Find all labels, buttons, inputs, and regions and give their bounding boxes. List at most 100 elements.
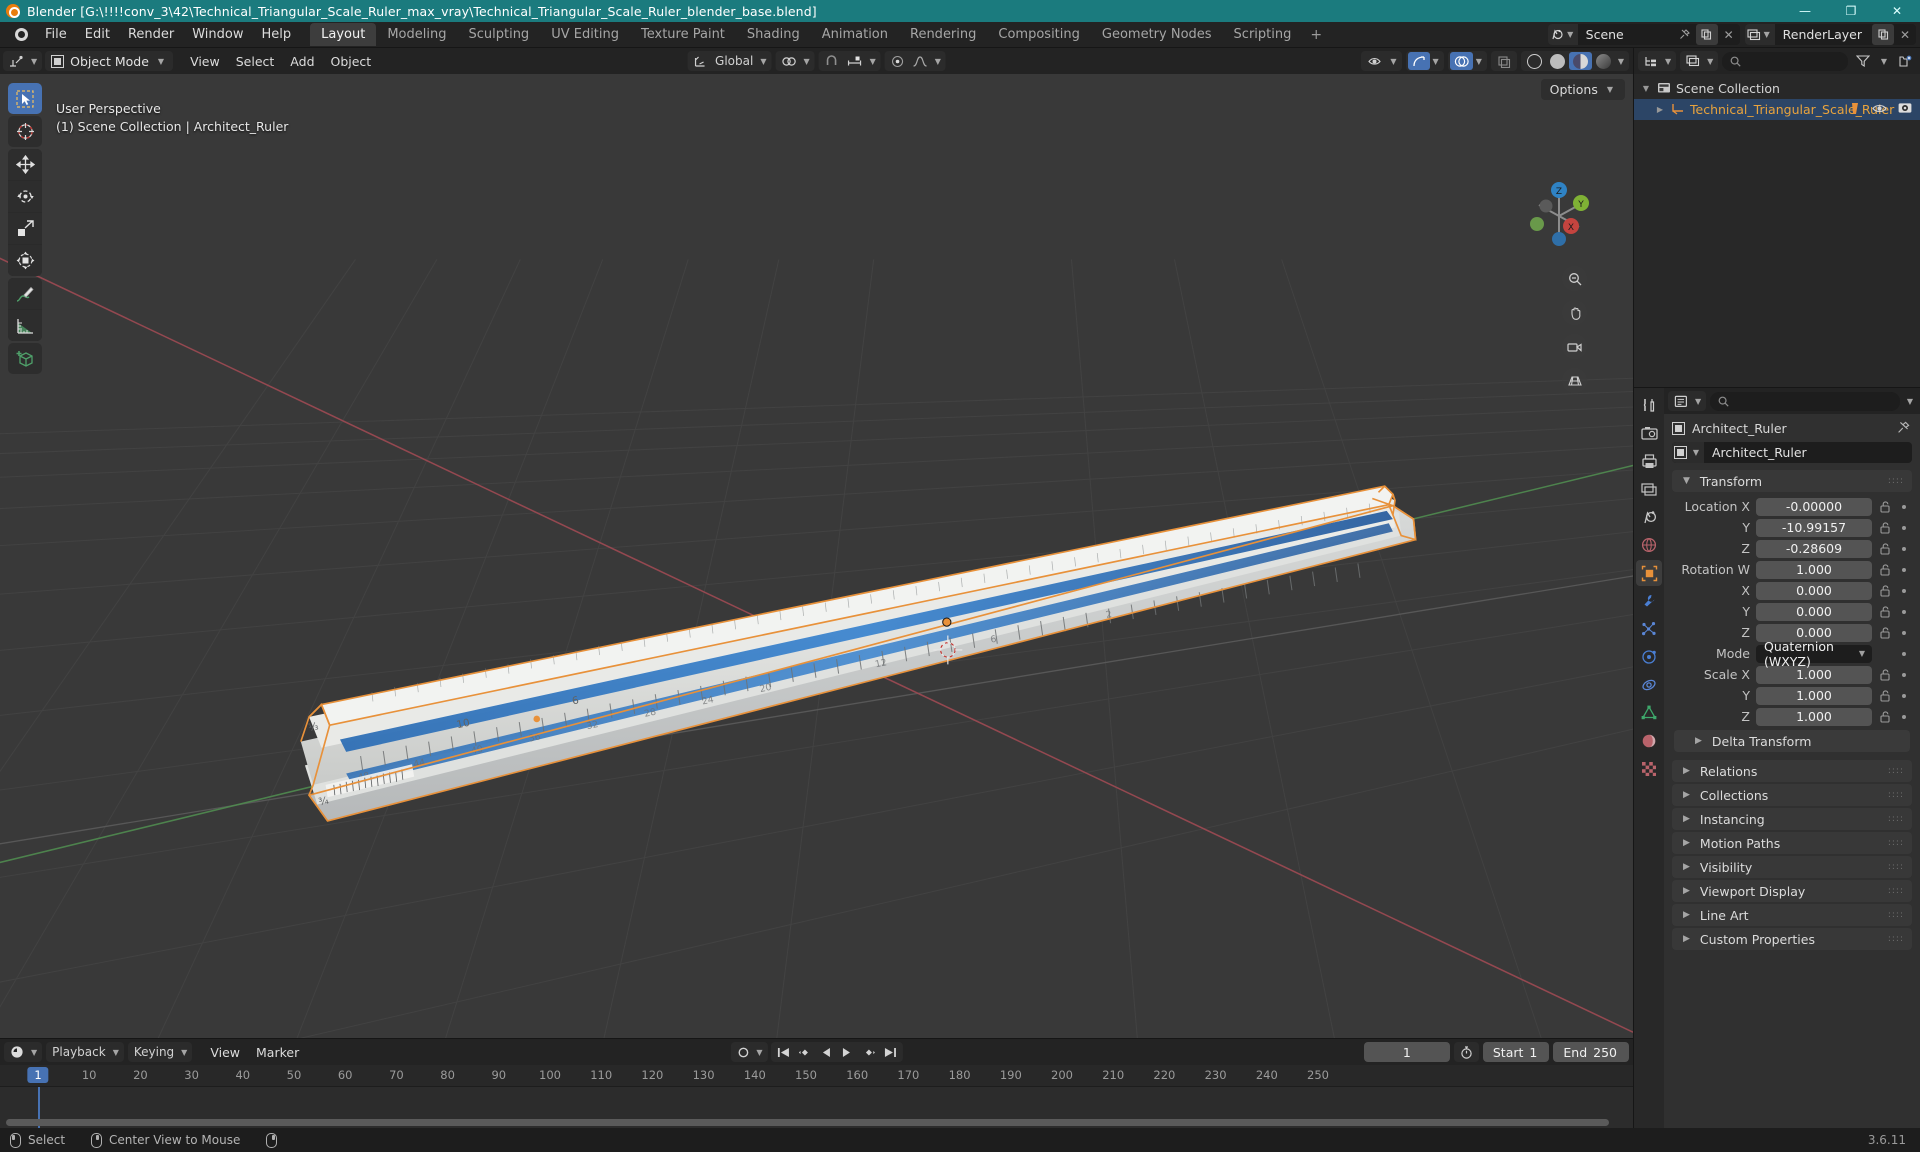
xray-icon[interactable] xyxy=(1493,52,1515,70)
filter-icon[interactable] xyxy=(1852,52,1874,70)
visibility-selector[interactable]: ▼ xyxy=(1361,51,1402,71)
delete-scene-button[interactable]: ✕ xyxy=(1718,24,1740,45)
zoom-icon[interactable] xyxy=(1562,266,1587,291)
viewport-menu-view[interactable]: View xyxy=(182,52,228,71)
snap-to-icon[interactable] xyxy=(843,52,867,70)
animate-property-icon[interactable] xyxy=(1898,588,1910,593)
play-reverse-button[interactable] xyxy=(817,1043,837,1061)
data-tab[interactable] xyxy=(1636,700,1662,726)
jump-to-start-button[interactable] xyxy=(773,1043,794,1061)
tab-shading[interactable]: Shading xyxy=(736,23,811,46)
transform-row-value[interactable]: -10.99157 xyxy=(1756,518,1872,537)
timeline-menu-view[interactable]: View xyxy=(202,1043,248,1062)
interaction-mode-selector[interactable]: Object Mode ▼ xyxy=(45,51,174,71)
rotate-tool[interactable] xyxy=(8,181,42,212)
record-icon[interactable] xyxy=(732,1043,753,1061)
pin-scene-icon[interactable] xyxy=(1674,24,1696,45)
transform-row-value[interactable]: -0.00000 xyxy=(1756,497,1872,516)
transform-row-value[interactable]: 0.000 xyxy=(1756,581,1872,600)
timeline-body[interactable] xyxy=(0,1087,1633,1128)
tool-tab[interactable] xyxy=(1636,392,1662,418)
modifier-tab[interactable] xyxy=(1636,588,1662,614)
render-tab[interactable] xyxy=(1636,420,1662,446)
previous-keyframe-button[interactable] xyxy=(794,1043,817,1061)
panel-instancing[interactable]: ▶ Instancing:::: xyxy=(1672,808,1912,830)
frame-end-field[interactable]: End 250 xyxy=(1553,1042,1629,1062)
tab-compositing[interactable]: Compositing xyxy=(987,23,1091,46)
pin-id-icon[interactable] xyxy=(1897,421,1910,437)
gizmo-icon[interactable] xyxy=(1407,52,1430,70)
viewport-3d[interactable]: 48 44 40 36 32 28 24 20 12 6 2 xyxy=(0,74,1633,1038)
outliner-row-ruler[interactable]: ▶ Technical_Triangular_Scale_Ruler xyxy=(1634,99,1920,120)
keying-menu[interactable]: Keying ▼ xyxy=(127,1042,193,1062)
tab-layout[interactable]: Layout xyxy=(310,23,377,46)
minimize-button[interactable]: — xyxy=(1782,0,1828,22)
physics-tab[interactable] xyxy=(1636,644,1662,670)
mesh-data-icon[interactable] xyxy=(1850,102,1861,118)
tab-animation[interactable]: Animation xyxy=(811,23,899,46)
particles-tab[interactable] xyxy=(1636,616,1662,642)
shading-mode-group[interactable]: ▼ xyxy=(1520,51,1629,71)
timeline-editor-type[interactable]: ▼ xyxy=(4,1042,43,1062)
auto-keying-group[interactable]: ▼ xyxy=(730,1042,768,1062)
overlays-toggle-group[interactable]: ▼ xyxy=(1447,51,1487,71)
lock-icon[interactable] xyxy=(1878,605,1892,618)
viewport-options-button[interactable]: Options ▼ xyxy=(1540,79,1625,100)
frame-start-field[interactable]: Start 1 xyxy=(1482,1042,1550,1062)
outliner-editor-type[interactable]: ▼ xyxy=(1638,51,1677,71)
overlays-icon[interactable] xyxy=(1449,52,1473,70)
transform-row-value[interactable]: 0.000 xyxy=(1756,602,1872,621)
tab-uv-editing[interactable]: UV Editing xyxy=(540,23,630,46)
play-button[interactable] xyxy=(837,1043,857,1061)
timeline-ruler[interactable]: 1 10 20 30 40 50 60 70 80 90 100 110 120 130 140 150 160… xyxy=(0,1065,1633,1087)
solid-shading-button[interactable] xyxy=(1546,52,1569,70)
outliner-search-input[interactable] xyxy=(1722,51,1848,71)
tab-scripting[interactable]: Scripting xyxy=(1223,23,1303,46)
proportional-edit-icon[interactable] xyxy=(887,52,909,70)
menu-file[interactable]: File xyxy=(36,24,76,45)
lock-icon[interactable] xyxy=(1878,689,1892,702)
view-layer-tab[interactable] xyxy=(1636,476,1662,502)
viewport-menu-object[interactable]: Object xyxy=(323,52,380,71)
playback-menu[interactable]: Playback ▼ xyxy=(46,1042,124,1062)
panel-viewport-display[interactable]: ▶ Viewport Display:::: xyxy=(1672,880,1912,902)
camera-view-icon[interactable] xyxy=(1562,334,1587,359)
properties-search-input[interactable] xyxy=(1710,391,1900,411)
use-preview-range-toggle[interactable] xyxy=(1453,1042,1479,1062)
transform-row-value[interactable]: 1.000 xyxy=(1756,686,1872,705)
rendered-shading-button[interactable] xyxy=(1592,52,1615,70)
tab-modeling[interactable]: Modeling xyxy=(376,23,457,46)
stopwatch-icon[interactable] xyxy=(1456,1043,1477,1061)
current-frame-field[interactable]: 1 xyxy=(1363,1042,1450,1062)
material-tab[interactable] xyxy=(1636,728,1662,754)
tab-texture-paint[interactable]: Texture Paint xyxy=(630,23,736,46)
transform-row-value[interactable]: 1.000 xyxy=(1756,707,1872,726)
wireframe-shading-button[interactable] xyxy=(1523,52,1546,70)
transform-panel-header[interactable]: ▼ Transform :::: xyxy=(1672,470,1912,492)
outliner-row-scene-collection[interactable]: ▼ Scene Collection xyxy=(1634,78,1920,99)
gizmo-toggle-group[interactable]: ▼ xyxy=(1405,51,1444,71)
lock-icon[interactable] xyxy=(1878,626,1892,639)
pan-hand-icon[interactable] xyxy=(1562,300,1587,325)
animate-property-icon[interactable] xyxy=(1898,525,1910,530)
lock-icon[interactable] xyxy=(1878,521,1892,534)
scale-tool[interactable] xyxy=(8,213,42,244)
maximize-button[interactable]: ❐ xyxy=(1828,0,1874,22)
viewlayer-selector[interactable]: ▼ RenderLayer ✕ xyxy=(1744,24,1916,45)
animate-property-icon[interactable] xyxy=(1898,672,1910,677)
animate-property-icon[interactable] xyxy=(1898,651,1910,656)
pivot-point-selector[interactable]: ▼ xyxy=(775,51,815,71)
playhead-frame-label[interactable]: 1 xyxy=(27,1067,49,1083)
proportional-editing-group[interactable]: ▼ xyxy=(884,51,946,71)
menu-help[interactable]: Help xyxy=(253,24,301,45)
navigation-gizmo[interactable]: Z Y X xyxy=(1521,178,1597,254)
disable-in-renders-icon[interactable] xyxy=(1898,102,1912,117)
tweak-select-tool[interactable] xyxy=(8,83,42,114)
add-cube-tool[interactable] xyxy=(8,343,42,374)
panel-line-art[interactable]: ▶ Line Art:::: xyxy=(1672,904,1912,926)
new-collection-icon[interactable] xyxy=(1894,52,1916,70)
outliner-display-mode[interactable]: ▼ xyxy=(1680,51,1719,71)
falloff-curve-icon[interactable] xyxy=(909,52,932,70)
lock-icon[interactable] xyxy=(1878,710,1892,723)
tab-geometry-nodes[interactable]: Geometry Nodes xyxy=(1091,23,1223,46)
